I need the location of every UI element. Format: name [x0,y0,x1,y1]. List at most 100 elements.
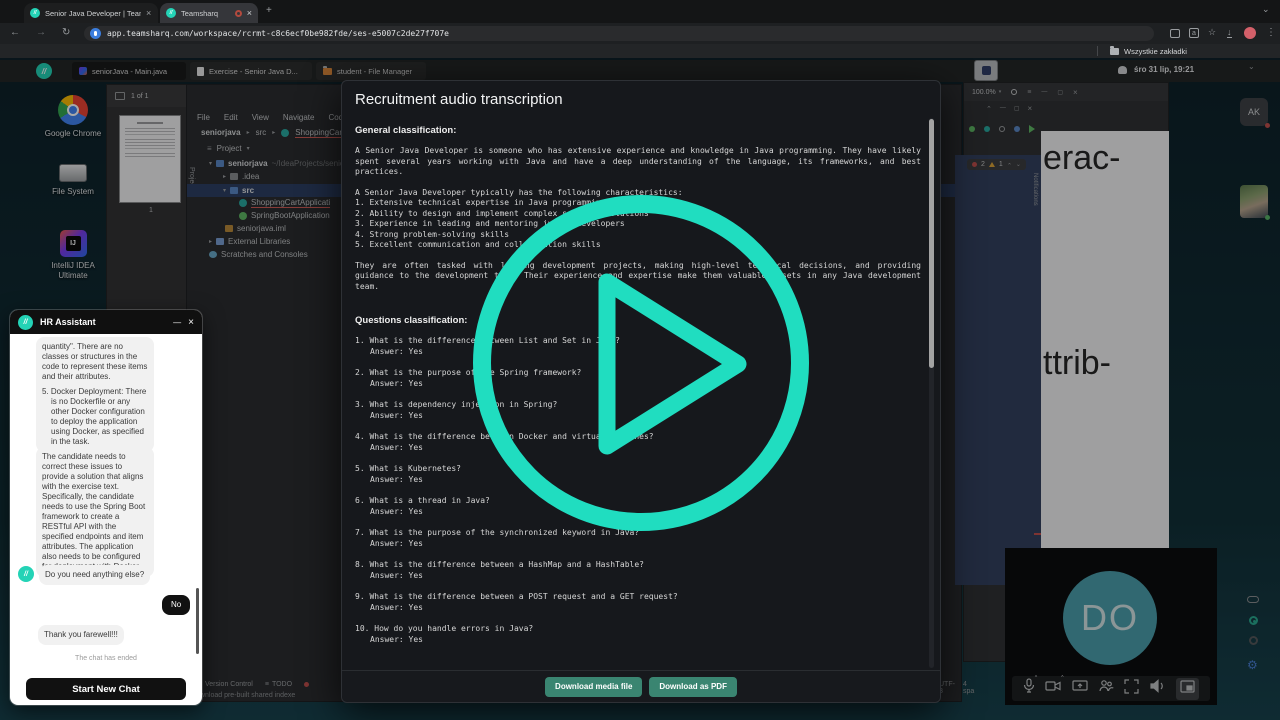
search-icon[interactable] [1011,89,1017,95]
minimize-icon[interactable] [1000,105,1006,111]
statusbar-todo[interactable]: TODO [265,681,292,688]
tree-item[interactable]: SpringBootApplication [239,211,330,220]
chat-scrollbar-thumb[interactable] [196,588,199,654]
tree-item[interactable]: .idea [223,172,259,181]
debug-icon[interactable] [1014,126,1020,132]
chevron-down-icon[interactable] [247,145,250,152]
spring-class-icon [239,212,247,220]
close-tab-icon[interactable] [247,8,252,18]
new-tab-icon[interactable] [266,5,272,16]
back-icon[interactable] [10,27,20,38]
statusbar-indent[interactable]: 4 spa [963,681,974,695]
camera-button[interactable]: ^ [1045,678,1061,699]
screen: // seniorJava - Main.java Exercise - Sen… [0,0,1280,720]
browser-tab-1[interactable]: // Senior Java Developer | Team [24,3,158,23]
play-icon[interactable] [1029,125,1035,133]
participant-avatar-ak[interactable]: AK [1240,98,1268,126]
fullscreen-button[interactable] [1124,679,1139,699]
participants-button[interactable] [1098,678,1114,699]
profile-avatar[interactable] [1244,27,1256,39]
desktop-icon-filesystem[interactable]: File System [42,164,104,197]
run-icon[interactable] [969,126,975,132]
taskbar-window-exercise[interactable]: Exercise - Senior Java D... [190,62,312,80]
search-icon[interactable] [999,126,1005,132]
browser-tab-2-active[interactable]: // Teamsharq [160,3,258,23]
zoom-level[interactable]: 100.0% [972,89,1001,96]
tree-item[interactable]: seniorjava.iml [225,224,286,233]
settings-gear-icon[interactable] [1247,658,1258,672]
play-overlay-icon[interactable] [473,195,809,531]
tree-item[interactable]: seniorjava ~/IdeaProjects/senior [209,159,347,168]
close-icon[interactable] [1073,88,1078,97]
link-icon[interactable] [1247,596,1259,603]
chevron-down-icon[interactable] [1248,62,1255,71]
menu-navigate[interactable]: Navigate [283,113,315,122]
maximize-icon[interactable] [1014,105,1020,112]
side-panel-icon[interactable] [1170,29,1180,38]
record-icon[interactable] [1249,616,1258,625]
close-icon[interactable] [1028,104,1033,113]
call-controls-bar: ^ ^ [1012,676,1210,701]
minimize-icon[interactable] [1041,89,1047,95]
menu-icon[interactable] [1027,89,1031,96]
minimize-icon[interactable] [173,318,181,327]
participant-avatar-photo[interactable] [1240,185,1268,218]
bookmarks-bar: Wszystkie zakładki [0,44,1280,58]
modal-scrollbar-thumb[interactable] [929,119,934,368]
tree-item[interactable]: Scratches and Consoles [209,250,308,259]
tree-item[interactable]: ShoppingCartApplicati [239,198,330,208]
speaker-button[interactable] [1150,679,1166,698]
close-icon[interactable] [188,317,194,328]
url-text: app.teamsharq.com/workspace/rcrmt-c8c6ec… [107,29,449,38]
taskbar-window-label: Exercise - Senior Java D... [209,67,298,76]
hr-assistant-panel: // HR Assistant quantity". There are no … [10,310,202,705]
desktop-icon-intellij[interactable]: IJ IntelliJ IDEA Ultimate [42,230,104,281]
taskbar-window-intellij[interactable]: seniorJava - Main.java [72,62,186,80]
error-widget[interactable]: 2 1 [967,159,1026,170]
mic-permission-icon[interactable] [90,28,101,39]
thumbnails-icon[interactable] [115,92,125,100]
forward-icon[interactable] [36,27,46,38]
menu-edit[interactable]: Edit [224,113,238,122]
participant-initials-avatar: DO [1063,571,1157,665]
download-pdf-button[interactable]: Download as PDF [649,677,737,697]
error-icon [972,162,977,167]
desktop-icon-chrome[interactable]: Google Chrome [42,95,104,139]
screen-share-button[interactable] [1072,678,1088,699]
maximize-icon[interactable] [1057,89,1063,96]
project-tool-title[interactable]: Project [217,144,242,153]
notification-bell-icon[interactable] [1118,66,1127,74]
page-thumbnail[interactable] [119,115,181,203]
class-icon [239,199,247,207]
build-icon[interactable] [984,126,990,132]
mic-button[interactable]: ^ [1023,678,1035,699]
url-bar[interactable]: app.teamsharq.com/workspace/rcrmt-c8c6ec… [84,26,1154,41]
assistant-message: The candidate needs to correct these iss… [36,447,154,577]
menu-file[interactable]: File [197,113,210,122]
breadcrumb-src[interactable]: src [256,128,267,137]
bookmark-star-icon[interactable] [1208,27,1216,38]
assistant-message: Do you need anything else? [39,565,150,585]
pip-button[interactable] [1176,678,1199,700]
start-new-chat-button[interactable]: Start New Chat [26,678,186,700]
browser-menu-icon[interactable] [1266,27,1276,38]
close-tab-icon[interactable] [146,8,151,18]
section-heading-general: General classification: [355,125,921,136]
downloads-icon[interactable] [1227,27,1232,38]
translate-icon[interactable]: a [1189,28,1199,38]
taskbar-window-filemanager[interactable]: student - File Manager [316,62,426,80]
menu-view[interactable]: View [252,113,269,122]
statusbar-version-control[interactable]: Version Control [197,681,253,688]
notifications-tab[interactable]: Notifications [1032,173,1038,206]
reload-icon[interactable] [62,27,70,38]
all-bookmarks-button[interactable]: Wszystkie zakładki [1110,47,1187,56]
stop-icon[interactable] [1249,636,1258,645]
statusbar-encoding[interactable]: UTF-8 [939,681,955,695]
libraries-icon [216,238,224,245]
mini-preview-window[interactable] [974,60,998,81]
download-media-button[interactable]: Download media file [545,677,642,697]
tab-list-chevron-icon[interactable] [1262,4,1270,15]
tree-item[interactable]: External Libraries [209,237,290,246]
breadcrumb-project[interactable]: seniorjava [201,128,241,137]
collapse-icon[interactable] [986,104,992,112]
